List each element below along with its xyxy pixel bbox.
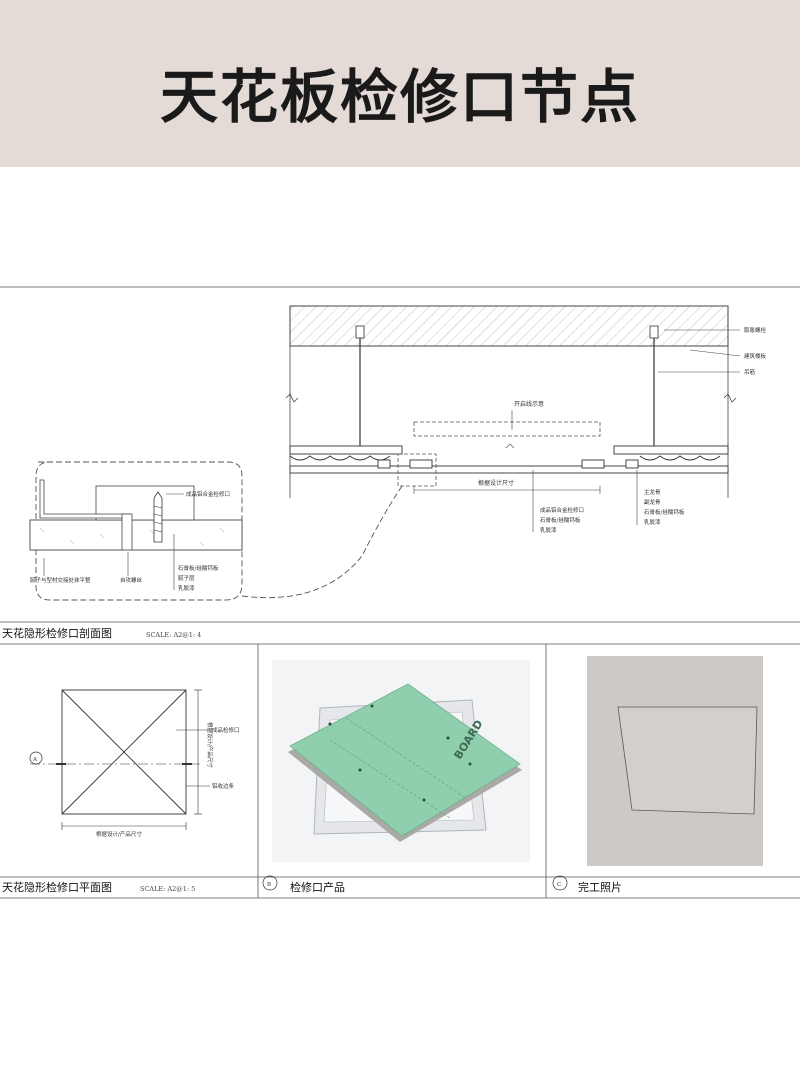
opening-label: 开启线示意	[514, 400, 544, 408]
detail-access-door: 成品铝合金检修口	[186, 490, 230, 498]
callout-secondary-keel: 副龙骨	[644, 498, 661, 506]
product-marker: B	[267, 882, 271, 888]
dimension-label: 根据设计尺寸	[478, 479, 514, 487]
plan-dim-bottom: 根据设计/产品尺寸	[96, 830, 142, 838]
product-caption: 检修口产品	[290, 880, 345, 894]
photo-marker: C	[557, 882, 561, 888]
plan-label-product: 成品检修口	[212, 726, 240, 734]
callout-board-center: 石膏板/硅酸钙板	[540, 516, 581, 524]
detail-bubble	[29, 453, 437, 601]
callout-expansion-bolt: 膨胀螺栓	[744, 326, 767, 334]
dimension-line	[413, 486, 601, 494]
detail-gypsum: 石膏板/硅酸钙板	[178, 564, 219, 572]
section-caption: 天花隐形检修口剖面图	[2, 626, 112, 640]
opening-indicator: 开启线示意	[413, 400, 601, 449]
callout-access-door: 成品铝合金检修口	[540, 506, 584, 514]
callout-paint-center: 乳胶漆	[540, 526, 557, 534]
plan-scale: SCALE: A2@1: 5	[140, 885, 195, 893]
plan-square	[29, 689, 210, 830]
plan-label-edge: 铝收边条	[212, 782, 235, 790]
ceiling-grid	[289, 445, 729, 474]
plan-dim-right: 根据设计/产品尺寸	[206, 722, 214, 768]
section-scale: SCALE: A2@1: 4	[146, 631, 201, 639]
callout-gypsum-board: 石膏板/硅酸钙板	[644, 508, 685, 516]
detail-putty: 腻子层	[178, 574, 195, 582]
callout-latex-paint: 乳胶漆	[644, 518, 661, 526]
plan-caption: 天花隐形检修口平面图	[2, 880, 112, 894]
photo-caption: 完工照片	[578, 880, 622, 894]
detail-paint: 乳胶漆	[178, 584, 195, 592]
callout-main-keel: 主龙骨	[644, 488, 661, 496]
callout-hanger: 吊筋	[744, 368, 756, 376]
access-panel-outline	[617, 706, 758, 815]
callout-floor-slab: 建筑楼板	[744, 352, 767, 360]
detail-screw: 自攻螺丝	[120, 576, 143, 584]
detail-putty-note: 腻子与型材交接处抹平整	[30, 576, 91, 584]
plan-marker: A	[32, 757, 38, 763]
drawing-sheet: 开启线示意 根据设计尺寸 膨胀螺栓 建筑楼板 吊筋 主龙骨 副龙骨 石膏板/硅酸…	[0, 286, 800, 899]
